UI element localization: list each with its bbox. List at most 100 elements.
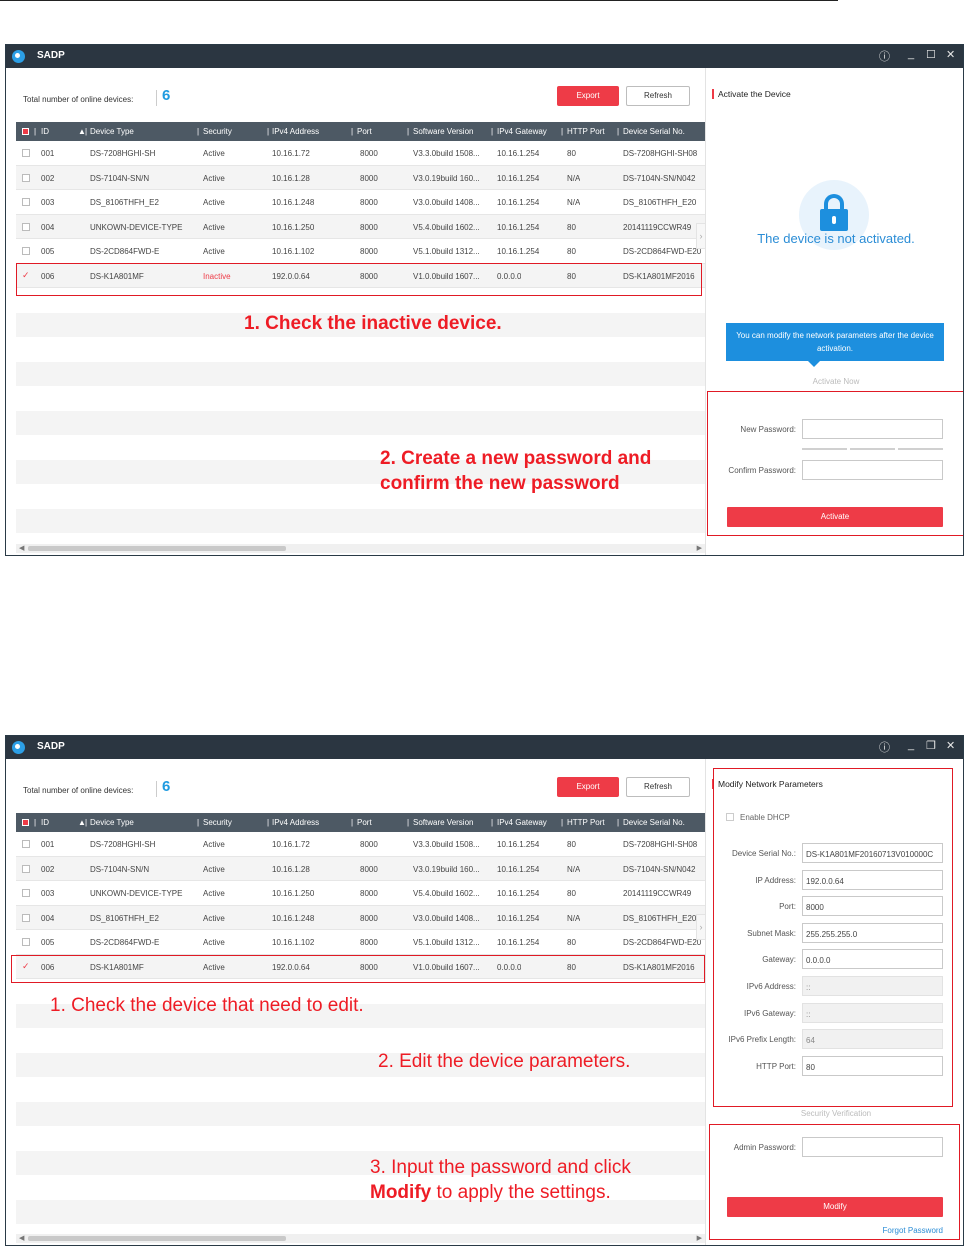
table-row[interactable]: 003 DS_8106THFH_E2 Active 10.16.1.248 8000 V3… [16, 190, 705, 215]
table-row[interactable]: 005 DS-2CD864FWD-E Active 10.16.1.102 8000 V5… [16, 239, 705, 264]
row-checkbox[interactable] [22, 864, 30, 873]
cell-serial: 20141119CCWR49 [623, 222, 692, 232]
table-row[interactable]: 005 DS-2CD864FWD-E Active 10.16.1.102 8000 V5… [16, 930, 705, 955]
maximize-icon[interactable]: ☐ [926, 48, 936, 61]
col-sep: | [351, 818, 354, 827]
col-software[interactable]: Software Version [413, 127, 473, 136]
cell-http: N/A [567, 198, 581, 207]
col-device-type[interactable]: Device Type [90, 818, 134, 827]
info-icon[interactable]: ⓘ [879, 48, 890, 64]
col-id[interactable]: ID [41, 127, 49, 136]
cell-sw: V5.4.0build 1602... [413, 222, 480, 232]
cell-ip: 10.16.1.250 [272, 889, 315, 898]
annotation-step1: 1. Check the inactive device. [244, 313, 502, 334]
cell-port: 8000 [360, 938, 378, 947]
cell-port: 8000 [360, 913, 378, 923]
close-icon[interactable]: ✕ [946, 739, 955, 752]
title-bar[interactable]: SADP ⓘ _ ❐ ✕ [6, 736, 963, 759]
cell-security: Active [203, 173, 225, 183]
expand-panel-icon[interactable]: › [696, 223, 705, 249]
col-security[interactable]: Security [203, 818, 232, 827]
cell-id: 003 [41, 889, 55, 898]
col-ipv4[interactable]: IPv4 Address [272, 818, 319, 827]
col-sep: | [561, 818, 564, 827]
col-id[interactable]: ID [41, 818, 49, 827]
table-row[interactable]: 002 DS-7104N-SN/N Active 10.16.1.28 8000 V3.0… [16, 165, 705, 190]
refresh-button[interactable]: Refresh [626, 86, 690, 106]
empty-row [16, 1077, 705, 1102]
col-http[interactable]: HTTP Port [567, 818, 605, 827]
cell-http: 80 [567, 840, 576, 849]
row-checkbox[interactable] [22, 840, 30, 848]
close-icon[interactable]: ✕ [946, 48, 955, 61]
row-checkbox[interactable] [22, 889, 30, 897]
col-ipv4[interactable]: IPv4 Address [272, 127, 319, 136]
minimize-icon[interactable]: _ [908, 739, 914, 751]
row-checkbox[interactable] [22, 938, 30, 946]
scroll-thumb[interactable] [28, 1236, 286, 1241]
scroll-left-icon[interactable]: ◀ [19, 544, 24, 552]
table-row[interactable]: 001 DS-7208HGHI-SH Active 10.16.1.72 8000 V3.… [16, 141, 705, 166]
row-checkbox[interactable] [22, 149, 30, 157]
col-security[interactable]: Security [203, 127, 232, 136]
table-row[interactable]: 004 UNKOWN-DEVICE-TYPE Active 10.16.1.250 80… [16, 214, 705, 239]
cell-ip: 10.16.1.28 [272, 864, 310, 874]
export-button[interactable]: Export [557, 777, 619, 797]
horizontal-scrollbar[interactable]: ◀ ▶ [16, 544, 705, 553]
col-port[interactable]: Port [357, 818, 372, 827]
activation-status: The device is not activated. [757, 231, 915, 246]
col-sep: | [34, 818, 37, 827]
cell-id: 001 [41, 149, 55, 158]
restore-icon[interactable]: ❐ [926, 739, 936, 752]
row-checkbox[interactable] [22, 913, 30, 922]
select-all-checkbox[interactable] [22, 128, 29, 135]
cell-id: 004 [41, 222, 55, 232]
row-checkbox[interactable] [22, 222, 30, 231]
col-http[interactable]: HTTP Port [567, 127, 605, 136]
col-serial[interactable]: Device Serial No. [623, 818, 685, 827]
col-serial[interactable]: Device Serial No. [623, 127, 685, 136]
table-row[interactable]: 002 DS-7104N-SN/N Active 10.16.1.28 8000 V3.0… [16, 856, 705, 881]
cell-serial: DS_8106THFH_E20 [623, 198, 697, 207]
minimize-icon[interactable]: _ [908, 48, 914, 60]
col-device-type[interactable]: Device Type [90, 127, 134, 136]
row-checkbox[interactable] [22, 247, 30, 255]
empty-row [16, 1101, 705, 1126]
empty-row [16, 508, 705, 533]
cell-serial: DS-2CD864FWD-E20 [623, 938, 702, 947]
refresh-button[interactable]: Refresh [626, 777, 690, 797]
app-title: SADP [37, 50, 65, 61]
info-icon[interactable]: ⓘ [879, 739, 890, 755]
col-port[interactable]: Port [357, 127, 372, 136]
cell-serial: DS-7104N-SN/N042 [623, 864, 696, 874]
col-software[interactable]: Software Version [413, 818, 473, 827]
divider [156, 90, 157, 106]
cell-security: Active [203, 913, 225, 923]
cell-port: 8000 [360, 222, 378, 232]
device-count-label: Total number of online devices: [23, 95, 134, 104]
highlight-password-area [709, 1124, 960, 1240]
scroll-left-icon[interactable]: ◀ [19, 1234, 24, 1242]
table-row[interactable]: 001 DS-7208HGHI-SH Active 10.16.1.72 8000 V3.… [16, 832, 705, 857]
cell-port: 8000 [360, 840, 378, 849]
cell-sw: V3.0.0build 1408... [413, 198, 480, 207]
device-count: 6 [162, 87, 171, 104]
export-button[interactable]: Export [557, 86, 619, 106]
scroll-thumb[interactable] [28, 546, 286, 551]
scroll-right-icon[interactable]: ▶ [697, 1234, 702, 1242]
table-row[interactable]: 004 DS_8106THFH_E2 Active 10.16.1.248 8000 V3… [16, 905, 705, 930]
annotation-step3-line1: 3. Input the password and click [370, 1157, 631, 1178]
row-checkbox[interactable] [22, 198, 30, 206]
cell-security: Active [203, 222, 225, 232]
title-bar[interactable]: SADP ⓘ _ ☐ ✕ [6, 45, 963, 68]
col-gateway[interactable]: IPv4 Gateway [497, 818, 547, 827]
table-row[interactable]: 003 UNKOWN-DEVICE-TYPE Active 10.16.1.250 80… [16, 881, 705, 906]
horizontal-scrollbar[interactable]: ◀ ▶ [16, 1234, 705, 1243]
highlight-selected-row [11, 955, 705, 983]
scroll-right-icon[interactable]: ▶ [697, 544, 702, 552]
expand-panel-icon[interactable]: › [696, 914, 705, 940]
select-all-checkbox[interactable] [22, 819, 29, 826]
empty-row [16, 1126, 705, 1151]
row-checkbox[interactable] [22, 173, 30, 182]
col-gateway[interactable]: IPv4 Gateway [497, 127, 547, 136]
